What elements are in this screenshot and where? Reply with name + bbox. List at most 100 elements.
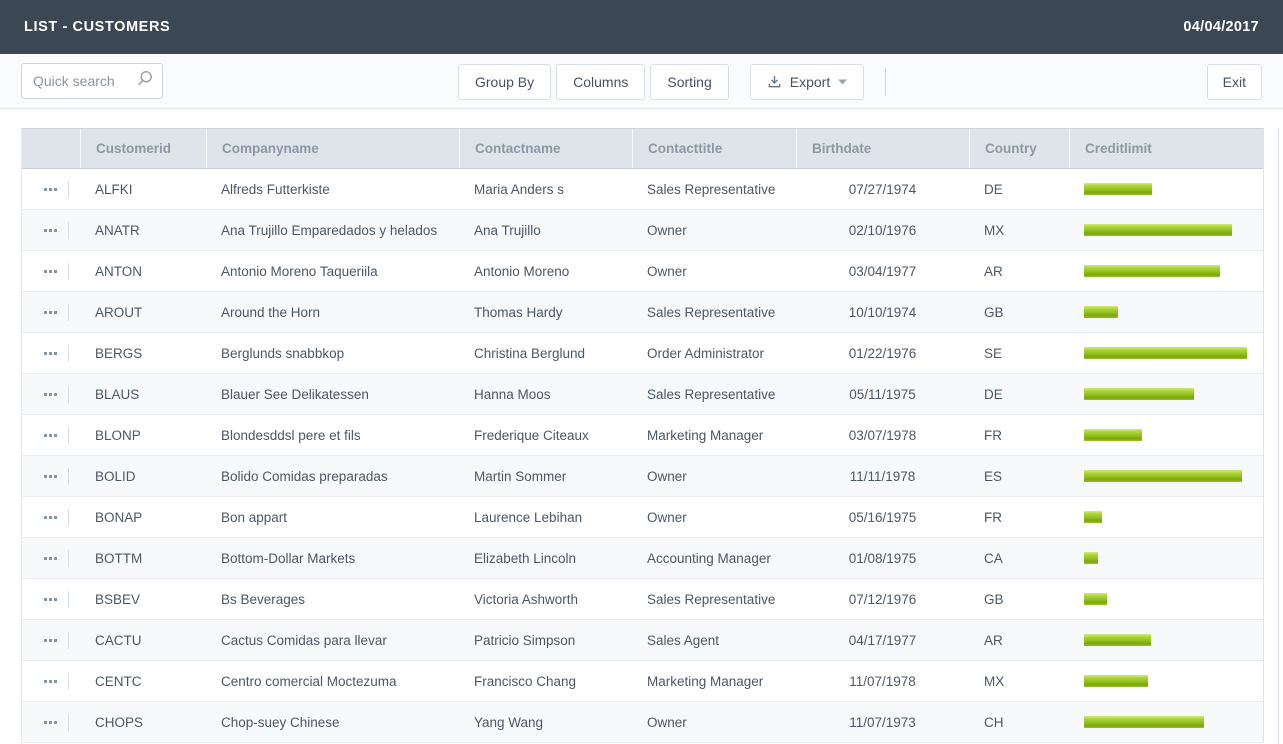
cell-companyname: Blondesddsl pere et fils <box>206 415 459 455</box>
cell-contactname: Maria Anders s <box>459 169 632 209</box>
row-actions-divider <box>68 591 69 608</box>
table-row[interactable]: BLAUS Blauer See Delikatessen Hanna Moos… <box>22 374 1263 415</box>
table-row[interactable]: BSBEV Bs Beverages Victoria Ashworth Sal… <box>22 579 1263 620</box>
creditlimit-bar <box>1084 347 1247 359</box>
grid-body: ALFKI Alfreds Futterkiste Maria Anders s… <box>22 169 1263 743</box>
cell-contactname: Antonio Moreno <box>459 251 632 291</box>
search-input[interactable] <box>33 73 135 89</box>
cell-creditlimit <box>1069 456 1263 496</box>
cell-customerid: BERGS <box>80 333 206 373</box>
row-actions-cell <box>22 374 80 414</box>
table-row[interactable]: CHOPS Chop-suey Chinese Yang Wang Owner … <box>22 702 1263 743</box>
cell-companyname: Antonio Moreno Taqueriila <box>206 251 459 291</box>
cell-birthdate: 11/11/1978 <box>796 456 969 496</box>
header-actions-column <box>22 129 80 168</box>
cell-customerid: BOTTM <box>80 538 206 578</box>
row-actions-divider <box>68 714 69 731</box>
row-actions-divider <box>68 550 69 567</box>
cell-contactname: Frederique Citeaux <box>459 415 632 455</box>
creditlimit-bar <box>1084 634 1151 646</box>
cell-contacttitle: Sales Representative <box>632 374 796 414</box>
table-row[interactable]: ANATR Ana Trujillo Emparedados y helados… <box>22 210 1263 251</box>
cell-country: CH <box>969 702 1069 742</box>
cell-contactname: Hanna Moos <box>459 374 632 414</box>
row-menu-ellipsis-icon[interactable] <box>42 592 59 607</box>
cell-country: GB <box>969 579 1069 619</box>
cell-creditlimit <box>1069 169 1263 209</box>
row-actions-divider <box>68 632 69 649</box>
table-row[interactable]: CENTC Centro comercial Moctezuma Francis… <box>22 661 1263 702</box>
creditlimit-bar <box>1084 675 1148 687</box>
row-menu-ellipsis-icon[interactable] <box>42 469 59 484</box>
cell-birthdate: 04/17/1977 <box>796 620 969 660</box>
header-country[interactable]: Country <box>969 129 1069 168</box>
cell-contacttitle: Sales Agent <box>632 620 796 660</box>
cell-country: AR <box>969 620 1069 660</box>
creditlimit-bar <box>1084 265 1220 277</box>
row-menu-ellipsis-icon[interactable] <box>42 428 59 443</box>
cell-companyname: Bon appart <box>206 497 459 537</box>
cell-creditlimit <box>1069 292 1263 332</box>
table-row[interactable]: AROUT Around the Horn Thomas Hardy Sales… <box>22 292 1263 333</box>
header-birthdate[interactable]: Birthdate <box>796 129 969 168</box>
cell-contactname: Martin Sommer <box>459 456 632 496</box>
quick-search-box[interactable] <box>21 63 163 99</box>
cell-creditlimit <box>1069 415 1263 455</box>
table-row[interactable]: CACTU Cactus Comidas para llevar Patrici… <box>22 620 1263 661</box>
cell-contacttitle: Owner <box>632 251 796 291</box>
row-menu-ellipsis-icon[interactable] <box>42 715 59 730</box>
cell-birthdate: 11/07/1973 <box>796 702 969 742</box>
cell-country: DE <box>969 169 1069 209</box>
toolbar-center-buttons: Group By Columns Sorting Export <box>458 54 886 109</box>
row-menu-ellipsis-icon[interactable] <box>42 223 59 238</box>
group-by-button[interactable]: Group By <box>458 64 551 100</box>
cell-customerid: CACTU <box>80 620 206 660</box>
row-menu-ellipsis-icon[interactable] <box>42 182 59 197</box>
row-menu-ellipsis-icon[interactable] <box>42 633 59 648</box>
row-actions-cell <box>22 579 80 619</box>
cell-companyname: Bottom-Dollar Markets <box>206 538 459 578</box>
row-actions-cell <box>22 169 80 209</box>
cell-contacttitle: Owner <box>632 210 796 250</box>
cell-companyname: Cactus Comidas para llevar <box>206 620 459 660</box>
row-menu-ellipsis-icon[interactable] <box>42 510 59 525</box>
exit-button[interactable]: Exit <box>1207 64 1262 100</box>
cell-country: SE <box>969 333 1069 373</box>
table-row[interactable]: BOLID Bolido Comidas preparadas Martin S… <box>22 456 1263 497</box>
search-icon[interactable] <box>135 70 153 93</box>
cell-contactname: Patricio Simpson <box>459 620 632 660</box>
sorting-button[interactable]: Sorting <box>650 64 728 100</box>
table-row[interactable]: BLONP Blondesddsl pere et fils Frederiqu… <box>22 415 1263 456</box>
table-row[interactable]: ALFKI Alfreds Futterkiste Maria Anders s… <box>22 169 1263 210</box>
header-companyname[interactable]: Companyname <box>206 129 459 168</box>
cell-country: GB <box>969 292 1069 332</box>
row-actions-cell <box>22 661 80 701</box>
cell-contacttitle: Marketing Manager <box>632 415 796 455</box>
columns-button[interactable]: Columns <box>556 64 645 100</box>
cell-contacttitle: Owner <box>632 497 796 537</box>
header-customerid[interactable]: Customerid <box>80 129 206 168</box>
table-row[interactable]: BERGS Berglunds snabbkop Christina Bergl… <box>22 333 1263 374</box>
row-menu-ellipsis-icon[interactable] <box>42 674 59 689</box>
cell-birthdate: 10/10/1974 <box>796 292 969 332</box>
row-menu-ellipsis-icon[interactable] <box>42 346 59 361</box>
table-row[interactable]: BOTTM Bottom-Dollar Markets Elizabeth Li… <box>22 538 1263 579</box>
topbar: LIST - CUSTOMERS 04/04/2017 <box>0 0 1283 54</box>
cell-contacttitle: Owner <box>632 456 796 496</box>
row-menu-ellipsis-icon[interactable] <box>42 264 59 279</box>
cell-contactname: Thomas Hardy <box>459 292 632 332</box>
header-contactname[interactable]: Contactname <box>459 129 632 168</box>
header-creditlimit[interactable]: Creditlimit <box>1069 129 1263 168</box>
table-row[interactable]: ANTON Antonio Moreno Taqueriila Antonio … <box>22 251 1263 292</box>
row-menu-ellipsis-icon[interactable] <box>42 305 59 320</box>
table-row[interactable]: BONAP Bon appart Laurence Lebihan Owner … <box>22 497 1263 538</box>
row-menu-ellipsis-icon[interactable] <box>42 551 59 566</box>
cell-customerid: ANATR <box>80 210 206 250</box>
header-contacttitle[interactable]: Contacttitle <box>632 129 796 168</box>
row-actions-cell <box>22 620 80 660</box>
row-menu-ellipsis-icon[interactable] <box>42 387 59 402</box>
row-actions-divider <box>68 509 69 526</box>
toolbar-divider <box>885 68 886 96</box>
export-button[interactable]: Export <box>750 64 864 100</box>
row-actions-divider <box>68 386 69 403</box>
